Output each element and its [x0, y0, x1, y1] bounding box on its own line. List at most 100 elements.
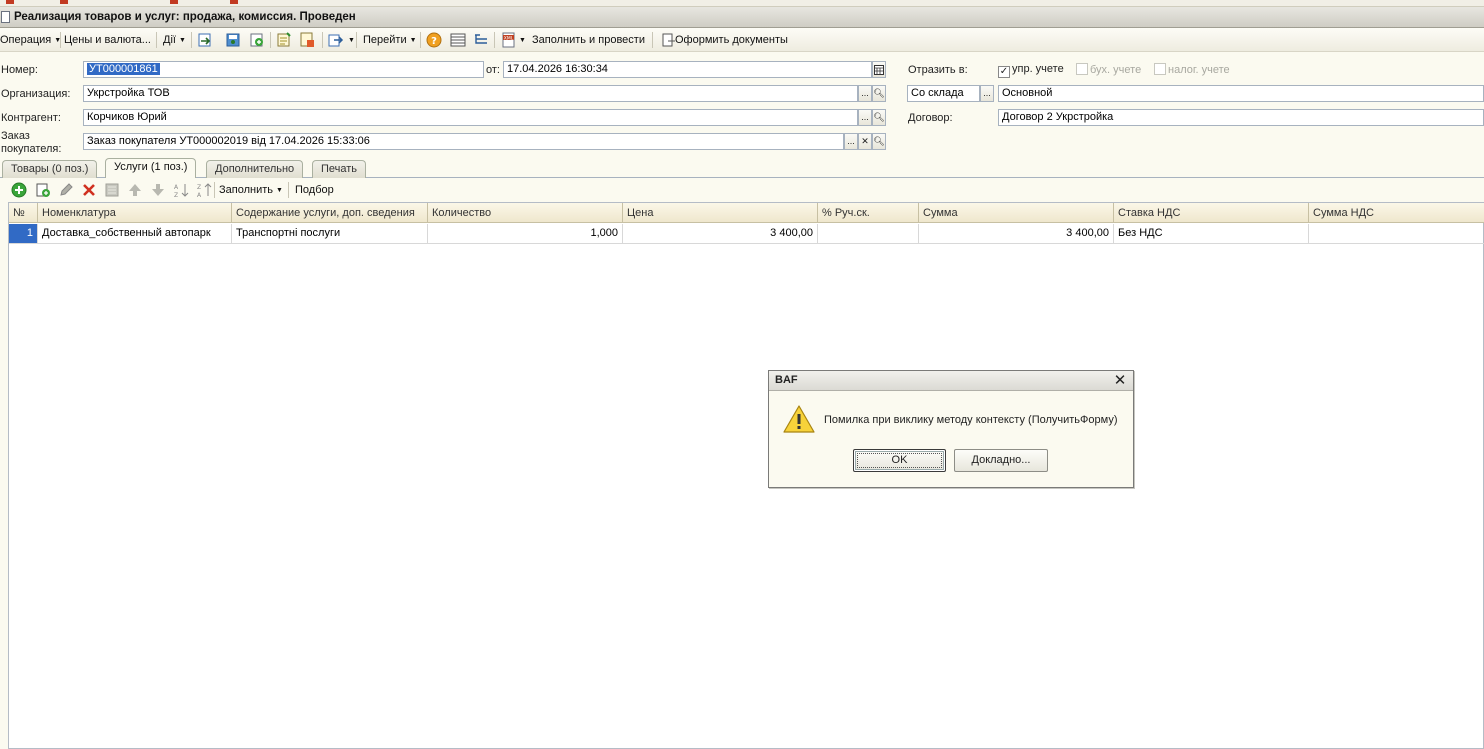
customer-order-choose-button[interactable]: ... [844, 133, 858, 150]
column-header-quantity[interactable]: Количество [428, 203, 623, 223]
selection-button[interactable]: Подбор [295, 179, 334, 201]
close-icon[interactable]: ✕ [1112, 372, 1128, 389]
row-number-cell[interactable]: 1 [9, 224, 38, 244]
structure-icon[interactable] [299, 32, 315, 48]
svg-text:Z: Z [174, 192, 178, 198]
window-top-strip [0, 0, 1484, 7]
manual-discount-cell[interactable] [818, 224, 919, 244]
warehouse-mode-choose-button[interactable]: ... [980, 85, 994, 102]
date-field[interactable]: 17.04.2026 16:30:34 [503, 61, 872, 78]
tab-services[interactable]: Услуги (1 поз.) [105, 158, 197, 178]
ok-button[interactable]: OK [853, 449, 946, 472]
checkmark-icon: ✓ [998, 66, 1010, 78]
based-on-icon[interactable] [328, 32, 344, 48]
warehouse-mode-select[interactable]: Со склада [907, 85, 980, 102]
tab-print[interactable]: Печать [312, 160, 367, 178]
toolbar-divider [270, 32, 271, 48]
calendar-icon [874, 65, 884, 75]
fill-menu[interactable]: Заполнить ▼ [219, 179, 283, 201]
reflect-in-label: Отразить в: [908, 64, 968, 76]
toolbar-divider [214, 182, 215, 198]
management-accounting-label: упр. учете [1012, 63, 1064, 75]
add-row-icon[interactable] [11, 182, 27, 198]
customer-order-open-button[interactable]: 🔍︎ [872, 133, 886, 150]
customer-order-clear-button[interactable]: ✕ [858, 133, 872, 150]
services-table[interactable]: № Номенклатура Содержание услуги, доп. с… [8, 202, 1484, 749]
warehouse-field[interactable]: Основной [998, 85, 1484, 102]
column-header-service-content[interactable]: Содержание услуги, доп. сведения [232, 203, 428, 223]
service-content-cell[interactable]: Транспортні послуги [232, 224, 428, 244]
magnifier-icon: 🔍︎ [873, 112, 885, 122]
organization-field[interactable]: Укрстройка ТОВ [83, 85, 858, 102]
fill-and-post-button[interactable]: Заполнить и провести [532, 28, 645, 52]
issue-documents-button[interactable]: Оформить документы [675, 28, 788, 52]
document-movements-icon[interactable] [276, 32, 292, 48]
tab-strip: Товары (0 поз.) Услуги (1 поз.) Дополнит… [0, 158, 1484, 178]
price-cell[interactable]: 3 400,00 [623, 224, 818, 244]
column-header-manual-discount[interactable]: % Руч.ск. [818, 203, 919, 223]
print-documents-icon[interactable] [660, 32, 676, 48]
svg-text:?: ? [431, 36, 437, 47]
number-value: УТ000001861 [87, 63, 160, 75]
column-header-vat-sum[interactable]: Сумма НДС [1309, 203, 1484, 223]
clear-x-icon: ✕ [861, 136, 869, 146]
svg-text:A: A [197, 192, 202, 198]
post-icon[interactable] [249, 32, 265, 48]
nomenclature-cell[interactable]: Доставка_собственный автопарк [38, 224, 232, 244]
copy-row-icon[interactable] [35, 182, 51, 198]
move-down-icon[interactable] [150, 182, 166, 198]
chevron-down-icon: ▼ [409, 37, 417, 44]
accounting-label: бух. учете [1090, 64, 1142, 76]
dialog-titlebar: BAF ✕ [769, 371, 1133, 391]
actions-menu[interactable]: Дії ▼ [163, 28, 186, 52]
sort-descending-icon[interactable]: ZA [196, 182, 212, 198]
column-header-nomenclature[interactable]: Номенклатура [38, 203, 232, 223]
contractor-open-button[interactable]: 🔍︎ [872, 109, 886, 126]
tree-view-icon[interactable] [473, 32, 489, 48]
contractor-choose-button[interactable]: ... [858, 109, 872, 126]
sum-cell[interactable]: 3 400,00 [919, 224, 1114, 244]
xml-export-icon[interactable]: XML [501, 32, 517, 48]
toolbar-divider [191, 32, 192, 48]
edit-pencil-icon[interactable] [58, 182, 74, 198]
tax-accounting-label: налог. учете [1168, 64, 1230, 76]
contract-field[interactable]: Договор 2 Укрстройка [998, 109, 1484, 126]
sort-ascending-icon[interactable]: AZ [173, 182, 189, 198]
toolbar-divider [60, 32, 61, 48]
svg-text:A: A [174, 184, 179, 191]
chevron-down-icon[interactable]: ▼ [516, 28, 526, 52]
calendar-button[interactable] [872, 61, 886, 78]
management-accounting-checkbox[interactable]: ✓ упр. учете [998, 63, 1064, 78]
column-header-sum[interactable]: Сумма [919, 203, 1114, 223]
tab-goods[interactable]: Товары (0 поз.) [2, 160, 98, 178]
prices-currency-button[interactable]: Цены и валюта... [64, 28, 151, 52]
vat-rate-cell[interactable]: Без НДС [1114, 224, 1309, 244]
customer-order-field[interactable]: Заказ покупателя УТ000002019 від 17.04.2… [83, 133, 844, 150]
delete-icon[interactable] [81, 182, 97, 198]
column-header-vat-rate[interactable]: Ставка НДС [1114, 203, 1309, 223]
list-view-icon[interactable] [450, 32, 466, 48]
goto-menu-label: Перейти [363, 34, 407, 46]
goto-menu[interactable]: Перейти ▼ [363, 28, 417, 52]
tab-additional[interactable]: Дополнительно [206, 160, 304, 178]
table-row[interactable]: 1 Доставка_собственный автопарк Транспор… [9, 224, 1484, 244]
quantity-cell[interactable]: 1,000 [428, 224, 623, 244]
fill-menu-label: Заполнить [219, 184, 274, 196]
details-button[interactable]: Докладно... [954, 449, 1048, 472]
number-field[interactable]: УТ000001861 [83, 61, 484, 78]
organization-open-button[interactable]: 🔍︎ [872, 85, 886, 102]
chevron-down-icon[interactable]: ▼ [345, 28, 355, 52]
help-icon[interactable]: ? [426, 32, 442, 48]
organization-choose-button[interactable]: ... [858, 85, 872, 102]
end-edit-icon [105, 183, 119, 197]
column-header-price[interactable]: Цена [623, 203, 818, 223]
contractor-field[interactable]: Корчиков Юрий [83, 109, 858, 126]
move-up-icon[interactable] [127, 182, 143, 198]
chevron-down-icon: ▼ [178, 37, 186, 44]
column-header-number[interactable]: № [9, 203, 38, 223]
operation-menu[interactable]: Операция ▼ [0, 28, 61, 52]
save-icon[interactable] [225, 32, 241, 48]
vat-sum-cell[interactable] [1309, 224, 1484, 244]
post-and-close-icon[interactable] [197, 32, 213, 48]
window-titlebar: Реализация товаров и услуг: продажа, ком… [0, 7, 1484, 28]
